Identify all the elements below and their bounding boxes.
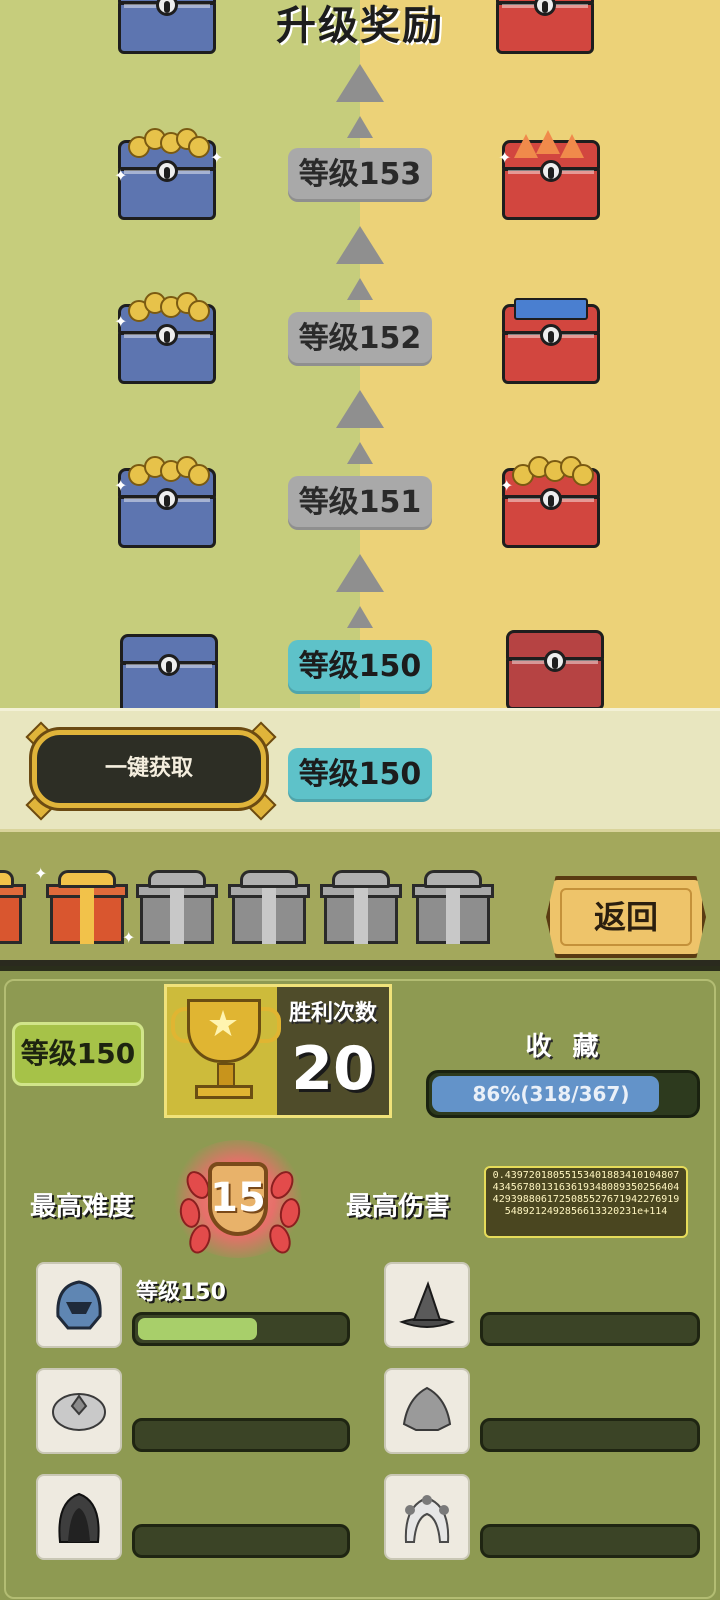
gift-box-partial-icon[interactable] — [0, 870, 26, 944]
gold-coins-icon — [128, 456, 210, 486]
flower-veil-icon — [404, 1495, 450, 1543]
equipment-progress-bar — [480, 1418, 700, 1452]
equipment-progress-fill — [138, 1318, 257, 1340]
up-arrow-icon — [347, 278, 373, 300]
up-arrow-icon — [336, 64, 384, 102]
turban-icon — [52, 1393, 106, 1431]
reward-chest-free-154[interactable] — [118, 0, 216, 54]
reward-chest-premium-154[interactable] — [496, 0, 594, 54]
back-button[interactable]: 返回 — [546, 876, 706, 958]
sparkle-icon: ✦ — [114, 312, 128, 331]
equipment-level-label: 等级150 — [136, 1280, 226, 1305]
sparkle-icon: ✦ — [210, 148, 224, 167]
gift-box-grey-icon[interactable] — [412, 870, 494, 944]
highest-difficulty-value: 15 — [210, 1175, 266, 1221]
current-level-badge: 等级150 — [288, 748, 432, 802]
equipment-slot[interactable] — [384, 1474, 470, 1560]
up-arrow-icon — [347, 606, 373, 628]
reward-chest-premium-153[interactable] — [502, 130, 600, 220]
witch-hat-icon — [399, 1281, 455, 1328]
claim-all-label: 一键获取 — [104, 756, 193, 781]
level-badge-151: 等级151 — [288, 476, 432, 530]
sparkle-icon: ✦ — [114, 476, 128, 495]
equipment-slot[interactable] — [36, 1474, 122, 1560]
gold-coins-icon — [128, 292, 210, 322]
gift-box-grey-icon[interactable] — [320, 870, 402, 944]
reward-chest-free-150[interactable] — [120, 634, 218, 714]
equipment-progress-bar — [132, 1312, 350, 1346]
equipment-slot[interactable] — [384, 1262, 470, 1348]
up-arrow-icon — [347, 442, 373, 464]
up-arrow-icon — [347, 116, 373, 138]
reward-chest-premium-151[interactable] — [502, 456, 600, 548]
gold-coins-icon — [128, 128, 210, 158]
level-badge-152: 等级152 — [288, 312, 432, 366]
wins-card: ★ 胜利次数 20 — [164, 984, 392, 1118]
sparkle-icon: ✦ — [500, 476, 514, 495]
equipment-slot[interactable] — [36, 1262, 122, 1348]
collection-label: 收 藏 — [525, 1032, 605, 1062]
equipment-progress-bar — [132, 1524, 350, 1558]
gift-box-gold-icon[interactable] — [46, 870, 128, 944]
level-badge-153: 等级153 — [288, 148, 432, 202]
claim-all-button[interactable]: 一键获取 — [24, 720, 277, 821]
up-arrow-icon — [336, 554, 384, 592]
collection-progress-bar[interactable]: 86%(318/367) — [426, 1070, 700, 1118]
highest-damage-value: 0.43972018055153401883410104807434567801… — [484, 1166, 688, 1238]
star-icon: ★ — [206, 1004, 240, 1045]
gems-icon — [514, 130, 588, 158]
sparkle-icon: ✦ — [34, 864, 48, 883]
sparkle-icon: ✦ — [114, 166, 128, 185]
up-arrow-icon — [336, 226, 384, 264]
page-title: 升级奖励 — [276, 3, 444, 49]
wins-value: 20 — [291, 1034, 375, 1104]
reward-chest-free-152[interactable] — [118, 292, 216, 384]
reward-chest-premium-152[interactable] — [502, 298, 600, 384]
highest-difficulty-label: 最高难度 — [30, 1192, 135, 1222]
back-button-label: 返回 — [593, 898, 658, 936]
sparkle-icon: ✦ — [498, 148, 512, 167]
reward-chest-free-151[interactable] — [118, 456, 216, 548]
reward-chest-premium-150[interactable] — [506, 630, 604, 710]
equipment-progress-bar — [480, 1312, 700, 1346]
dark-hood-icon — [58, 1492, 100, 1543]
collection-progress-text: 86%(318/367) — [472, 1082, 630, 1106]
tickets-icon — [514, 298, 588, 320]
level-badge-150: 等级150 — [288, 640, 432, 694]
blue-helmet-icon — [56, 1280, 102, 1330]
equipment-progress-bar — [132, 1418, 350, 1452]
gold-coins-icon — [512, 456, 594, 486]
wins-label: 胜利次数 — [288, 1001, 377, 1026]
game-screen: { "header": {"title": "升级奖励"}, "track": … — [0, 0, 720, 1600]
sparkle-icon: ✦ — [122, 928, 136, 947]
equipment-progress-bar — [480, 1524, 700, 1558]
difficulty-laurel-badge: 15 — [168, 1140, 308, 1258]
up-arrow-icon — [336, 390, 384, 428]
gift-box-grey-icon[interactable] — [136, 870, 218, 944]
reward-chest-free-153[interactable] — [118, 128, 216, 220]
highest-damage-label: 最高伤害 — [346, 1192, 451, 1222]
player-level-badge: 等级150 — [12, 1022, 144, 1086]
leaf-helmet-icon — [402, 1386, 452, 1431]
equipment-slot[interactable] — [384, 1368, 470, 1454]
gift-box-grey-icon[interactable] — [228, 870, 310, 944]
equipment-slot[interactable] — [36, 1368, 122, 1454]
